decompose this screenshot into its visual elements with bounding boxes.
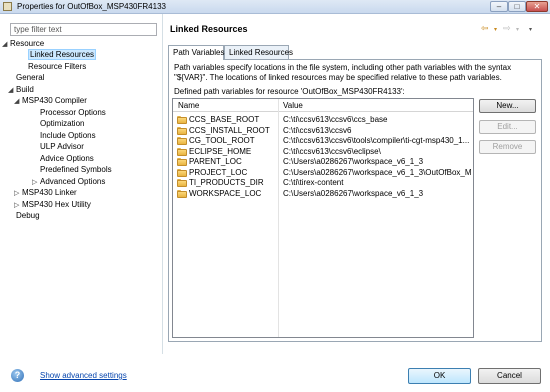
tree-item-label: Resource [10, 39, 45, 48]
tree-item-label: MSP430 Linker [22, 188, 77, 197]
ok-button[interactable]: OK [408, 368, 471, 384]
tree-item-label: Linked Resources [28, 49, 97, 60]
tree-item-label: General [16, 73, 45, 82]
tree-item-build[interactable]: ◢ Build [8, 84, 34, 95]
table-header: Name Value [173, 99, 473, 112]
tree-item-label: Build [16, 85, 34, 94]
tab-path-variables[interactable]: Path Variables [168, 45, 224, 60]
variable-name: CCS_INSTALL_ROOT [189, 125, 270, 135]
variable-name: TI_PRODUCTS_DIR [189, 178, 264, 187]
tree-item-label: ULP Advisor [40, 142, 84, 151]
variable-value: C:\Users\a0286267\workspace_v6_1_3\OutOf… [283, 167, 471, 177]
variable-value: C:\ti\tirex-content [283, 178, 344, 187]
forward-dropdown-icon[interactable]: ▾ [516, 26, 519, 33]
remove-button[interactable]: Remove [479, 140, 536, 154]
tree-item-label: MSP430 Hex Utility [22, 200, 91, 209]
title-bar: Properties for OutOfBox_MSP430FR4133 – □… [0, 0, 550, 14]
table-row[interactable]: TI_PRODUCTS_DIR C:\ti\tirex-content [173, 178, 473, 188]
variable-value: C:\ti\ccsv613\ccsv6 [283, 125, 352, 135]
panel-divider[interactable] [162, 14, 163, 354]
filter-input[interactable]: type filter text [10, 23, 157, 36]
table-row[interactable]: CCS_INSTALL_ROOT C:\ti\ccsv613\ccsv6 [173, 126, 473, 136]
variable-name: PARENT_LOC [189, 157, 242, 166]
expand-toggle-icon[interactable]: ◢ [14, 96, 22, 107]
variable-value: C:\Users\a0286267\workspace_v6_1_3 [283, 157, 424, 166]
variable-value: C:\ti\ccsv613\ccsv6\eclipse\ [283, 146, 381, 156]
edit-button[interactable]: Edit... [479, 120, 536, 134]
tree-item-label: Processor Options [40, 108, 106, 117]
tree-item-general[interactable]: General [8, 72, 44, 83]
variable-name: PROJECT_LOC [189, 167, 248, 177]
forward-icon[interactable]: ⇨ [503, 23, 511, 34]
tree-item-optimization[interactable]: Optimization [32, 118, 84, 129]
variable-name: CG_TOOL_ROOT [189, 136, 255, 145]
tree-item-label: Optimization [40, 119, 85, 128]
minimize-button[interactable]: – [490, 1, 508, 12]
variable-name: WORKSPACE_LOC [189, 188, 262, 198]
tree-item-resource-filters[interactable]: Resource Filters [20, 61, 86, 72]
variable-name: CCS_BASE_ROOT [189, 115, 260, 124]
folder-icon [177, 116, 187, 124]
expand-toggle-icon[interactable]: ▷ [14, 188, 22, 199]
tree-item-label: Debug [16, 211, 40, 220]
maximize-button[interactable]: □ [508, 1, 526, 12]
page-title: Linked Resources [170, 24, 248, 34]
tree-item-include-options[interactable]: Include Options [32, 130, 96, 141]
column-header-value[interactable]: Value [283, 101, 303, 110]
tree-item-advice-options[interactable]: Advice Options [32, 153, 94, 164]
cancel-button[interactable]: Cancel [478, 368, 541, 384]
app-icon [3, 2, 12, 11]
tree-item-predefined-symbols[interactable]: Predefined Symbols [32, 164, 112, 175]
tree-item-linked-resources[interactable]: Linked Resources [20, 49, 97, 60]
folder-icon [177, 126, 187, 135]
folder-icon [177, 168, 187, 177]
tree-item-processor-options[interactable]: Processor Options [32, 107, 106, 118]
view-menu-icon[interactable]: ▾ [529, 26, 532, 33]
tree-item-label: MSP430 Compiler [22, 96, 87, 105]
tree-item-label: Resource Filters [28, 62, 87, 71]
path-variables-table[interactable]: Name Value CCS_BASE_ROOT C:\ti\ccsv613\cc… [172, 98, 474, 338]
show-advanced-settings-link[interactable]: Show advanced settings [40, 371, 127, 380]
tree-item-advanced-options[interactable]: ▷ Advanced Options [32, 176, 105, 187]
tree-item-msp430-linker[interactable]: ▷ MSP430 Linker [14, 187, 77, 198]
variable-value: C:\ti\ccsv613\ccsv6\ccs_base [283, 115, 388, 124]
description-text: Path variables specify locations in the … [174, 63, 512, 82]
column-header-name[interactable]: Name [178, 101, 199, 110]
table-row[interactable]: WORKSPACE_LOC C:\Users\a0286267\workspace… [173, 189, 473, 199]
tree-item-label: Advanced Options [40, 177, 106, 186]
folder-icon [177, 179, 187, 187]
close-button[interactable]: ✕ [526, 1, 548, 12]
tree-item-msp430-hex-utility[interactable]: ▷ MSP430 Hex Utility [14, 199, 91, 210]
tree-item-label: Advice Options [40, 154, 94, 163]
tree-item-resource[interactable]: ◢ Resource [2, 38, 44, 49]
folder-icon [177, 137, 187, 145]
folder-icon [177, 189, 187, 198]
defined-variables-label: Defined path variables for resource 'Out… [174, 87, 405, 96]
tab-linked-resources[interactable]: Linked Resources [224, 45, 293, 59]
table-row[interactable]: CCS_BASE_ROOT C:\ti\ccsv613\ccsv6\ccs_bas… [173, 115, 473, 125]
folder-icon [177, 147, 187, 156]
tree-item-msp430-compiler[interactable]: ◢ MSP430 Compiler [14, 95, 87, 106]
table-row[interactable]: CG_TOOL_ROOT C:\ti\ccsv613\ccsv6\tools\co… [173, 136, 473, 146]
table-row[interactable]: PARENT_LOC C:\Users\a0286267\workspace_v6… [173, 157, 473, 167]
table-row[interactable]: PROJECT_LOC C:\Users\a0286267\workspace_v… [173, 168, 473, 178]
variable-name: ECLIPSE_HOME [189, 146, 252, 156]
expand-toggle-icon[interactable]: ◢ [2, 39, 10, 50]
tree-item-label: Include Options [40, 131, 96, 140]
variable-value: C:\ti\ccsv613\ccsv6\tools\compiler\ti-cg… [283, 136, 470, 145]
tree-item-label: Predefined Symbols [40, 165, 112, 174]
tree-item-ulp-advisor[interactable]: ULP Advisor [32, 141, 84, 152]
tree-item-debug[interactable]: Debug [8, 210, 40, 221]
help-icon[interactable]: ? [11, 369, 24, 382]
folder-icon [177, 158, 187, 166]
window-title: Properties for OutOfBox_MSP430FR4133 [17, 2, 166, 11]
table-row[interactable]: ECLIPSE_HOME C:\ti\ccsv613\ccsv6\eclipse\ [173, 147, 473, 157]
back-icon[interactable]: ⇦ [481, 23, 489, 34]
back-dropdown-icon[interactable]: ▾ [494, 26, 497, 33]
new-button[interactable]: New... [479, 99, 536, 113]
variable-value: C:\Users\a0286267\workspace_v6_1_3 [283, 188, 424, 198]
